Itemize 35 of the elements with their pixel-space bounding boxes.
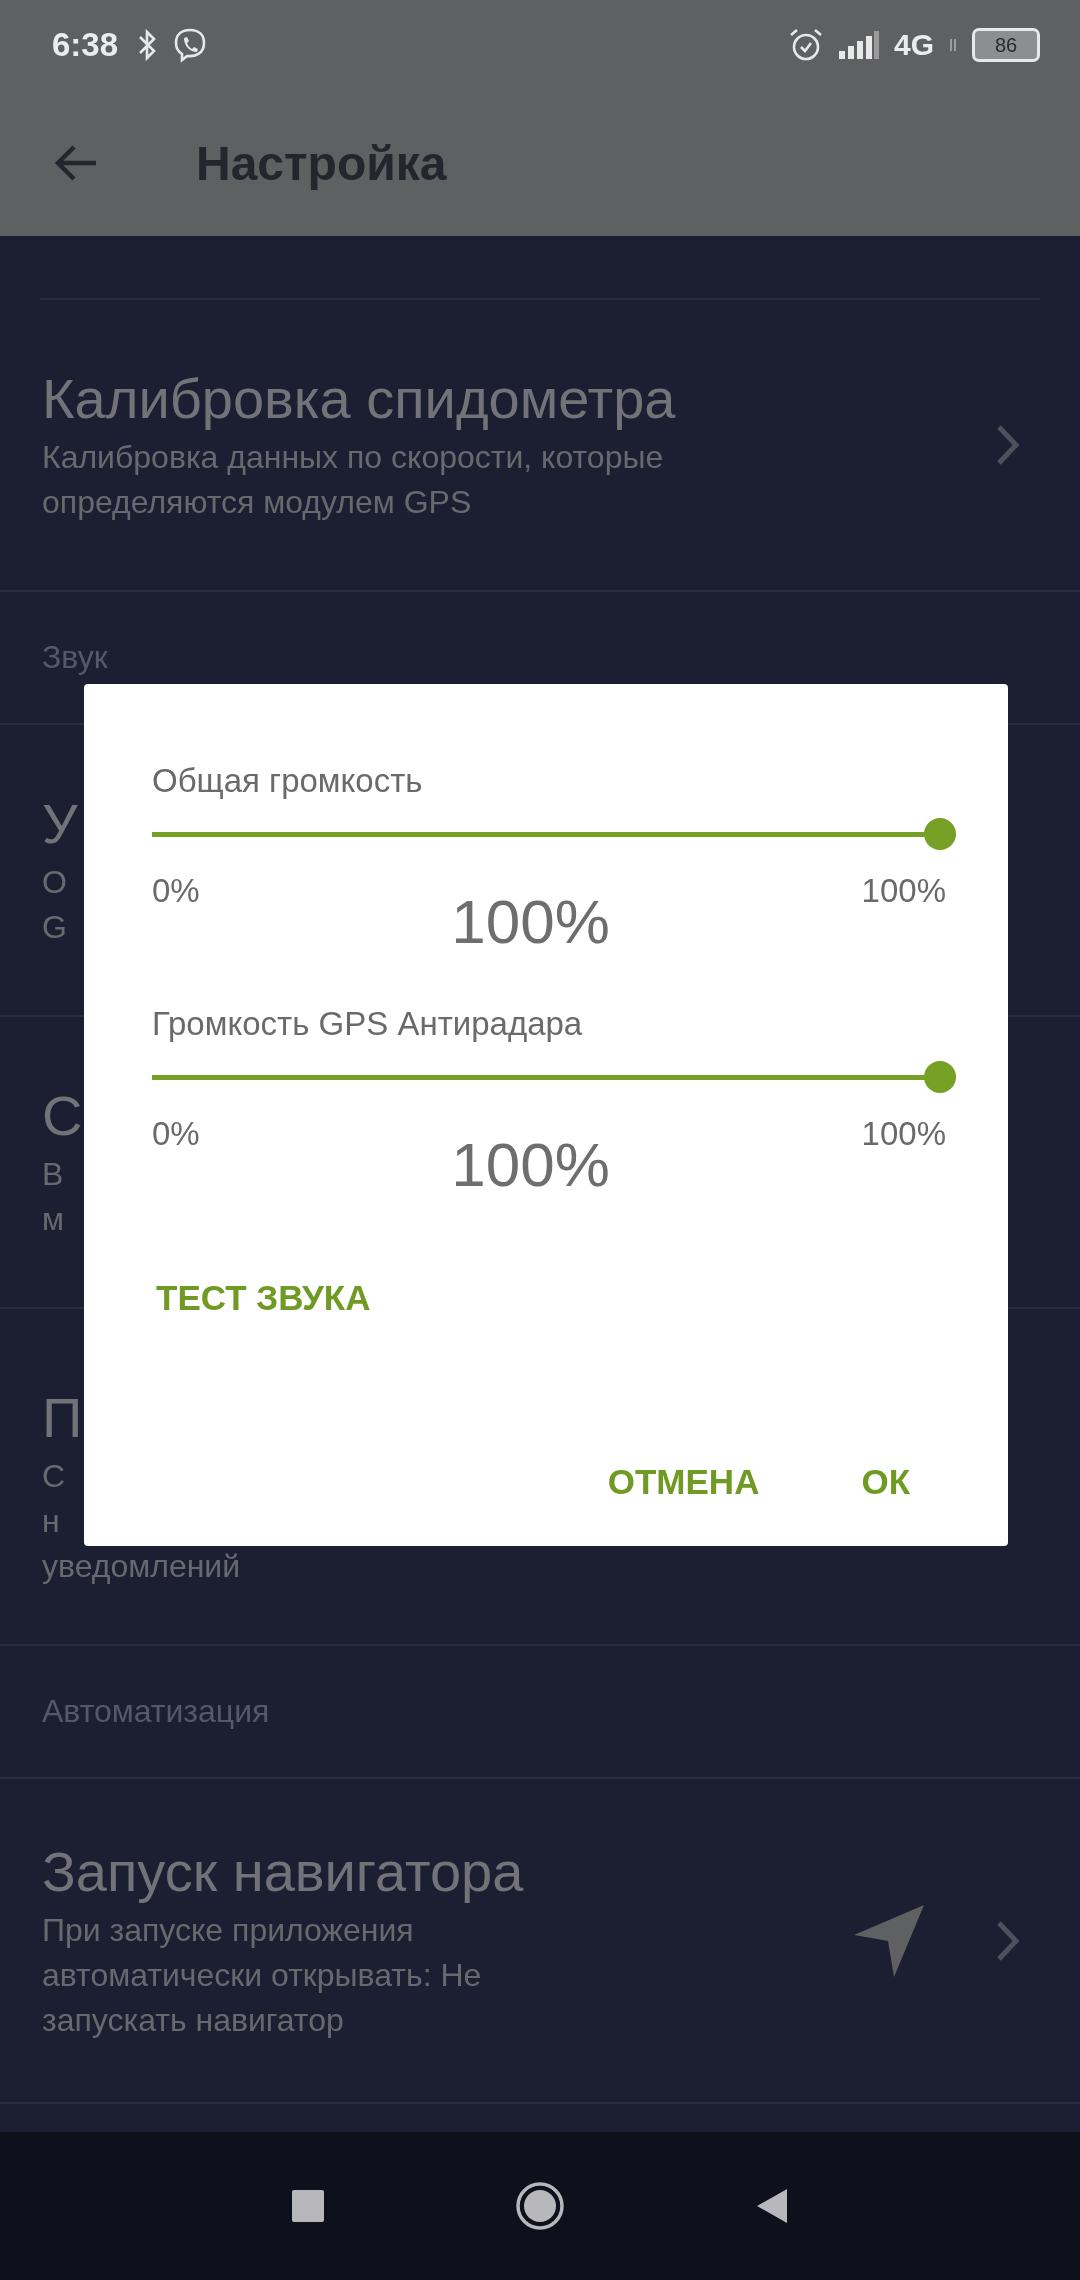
- slider-label: Громкость GPS Антирадара: [152, 1005, 584, 1043]
- setting-title[interactable]: П: [42, 1384, 83, 1450]
- slider-max: 100%: [861, 1115, 946, 1153]
- signal-icon: [837, 29, 880, 61]
- setting-description: В м: [42, 1154, 64, 1239]
- setting-title[interactable]: Калибровка спидометра: [42, 365, 676, 431]
- slider-value: 100%: [451, 1129, 610, 1200]
- slider-min: 0%: [152, 872, 200, 910]
- slider-thumb[interactable]: [924, 818, 956, 850]
- home-button-icon[interactable]: [515, 2181, 565, 2231]
- screen-title: Настройка: [196, 135, 447, 191]
- battery-percent: 86: [994, 33, 1018, 57]
- slider-value: 100%: [451, 886, 610, 957]
- status-time: 6:38: [52, 26, 119, 64]
- setting-title[interactable]: С: [42, 1082, 83, 1148]
- setting-description: С н уведомлений: [42, 1456, 241, 1586]
- setting-title[interactable]: Запуск навигатора: [42, 1838, 524, 1904]
- network-type: 4G: [893, 28, 934, 62]
- recents-button-icon[interactable]: [291, 2189, 325, 2223]
- setting-description: Калибровка данных по скорости, которые определяются модулем GPS: [42, 437, 664, 522]
- setting-title[interactable]: У: [42, 790, 78, 856]
- slider-min: 0%: [152, 1115, 200, 1153]
- slider-label: Общая громкость: [152, 762, 424, 800]
- test-sound-button[interactable]: ТЕСТ ЗВУКА: [152, 1268, 375, 1328]
- section-header: Автоматизация: [42, 1693, 270, 1730]
- section-header: Звук: [42, 639, 108, 676]
- navigation-arrow-icon: [852, 1902, 926, 1979]
- back-arrow-icon[interactable]: [54, 143, 98, 183]
- dialog-button[interactable]: ОК: [857, 1452, 914, 1512]
- setting-description: О G: [42, 862, 67, 947]
- slider-max: 100%: [861, 872, 946, 910]
- setting-description: При запуске приложения автоматически открывать: Не запускать навигатор: [42, 1910, 482, 2040]
- back-button-icon[interactable]: [755, 2187, 789, 2225]
- dialog-button[interactable]: ОТМЕНА: [603, 1452, 764, 1512]
- slider-thumb[interactable]: [924, 1061, 956, 1093]
